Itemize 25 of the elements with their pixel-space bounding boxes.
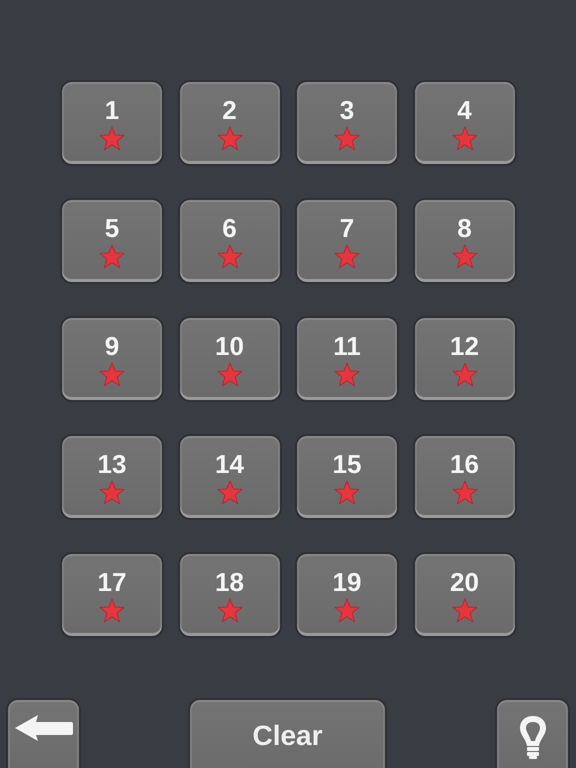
level-button[interactable]: 15 [295, 434, 399, 520]
back-button[interactable] [6, 698, 81, 768]
lightbulb-icon [518, 714, 548, 760]
level-button[interactable]: 19 [295, 552, 399, 638]
level-button[interactable]: 20 [412, 552, 516, 638]
level-button[interactable]: 11 [295, 316, 399, 402]
left-arrow-icon [14, 714, 74, 742]
level-button[interactable]: 3 [295, 80, 399, 166]
level-button[interactable]: 18 [178, 552, 282, 638]
level-button[interactable]: 6 [178, 198, 282, 284]
level-button[interactable]: 12 [412, 316, 516, 402]
level-button[interactable]: 2 [178, 80, 282, 166]
clear-button[interactable]: Clear [188, 698, 387, 768]
level-button[interactable]: 5 [60, 198, 164, 284]
level-button[interactable]: 10 [178, 316, 282, 402]
level-button[interactable]: 16 [412, 434, 516, 520]
level-button[interactable]: 9 [60, 316, 164, 402]
level-button[interactable]: 4 [412, 80, 516, 166]
level-button[interactable]: 1 [60, 80, 164, 166]
hint-button[interactable] [495, 698, 570, 768]
level-button[interactable]: 7 [295, 198, 399, 284]
level-button[interactable]: 14 [178, 434, 282, 520]
level-button[interactable]: 13 [60, 434, 164, 520]
level-button[interactable]: 17 [60, 552, 164, 638]
level-button[interactable]: 8 [412, 198, 516, 284]
